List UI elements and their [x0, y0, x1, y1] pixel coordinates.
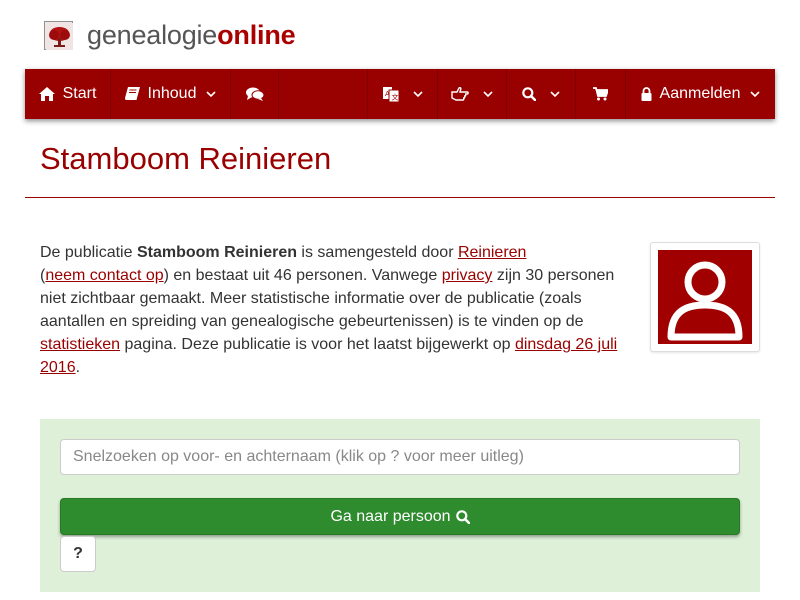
- nav-chat[interactable]: [231, 69, 279, 119]
- language-icon: A文: [382, 86, 399, 102]
- comments-icon: [245, 87, 264, 101]
- nav-search[interactable]: [507, 69, 576, 119]
- chevron-down-icon: [550, 90, 560, 98]
- book-icon: [124, 87, 140, 101]
- cart-icon: [593, 87, 608, 101]
- search-icon: [455, 509, 470, 524]
- go-to-person-label: Ga naar persoon: [330, 507, 451, 525]
- intro-text: ) en bestaat uit 46 personen. Vanwege: [163, 267, 442, 284]
- quick-search-panel: Ga naar persoon ?: [40, 419, 760, 592]
- chevron-down-icon: [483, 90, 493, 98]
- nav-login-label: Aanmelden: [659, 85, 741, 102]
- publication-intro: De publicatie Stamboom Reinieren is same…: [40, 241, 630, 379]
- logo-text: genealogieonline: [87, 18, 296, 52]
- quick-search-input[interactable]: [60, 439, 740, 475]
- search-icon: [522, 87, 536, 101]
- author-link[interactable]: Reinieren: [458, 244, 526, 261]
- privacy-link[interactable]: privacy: [442, 267, 493, 284]
- intro-text: pagina. Deze publicatie is voor het laat…: [120, 336, 515, 353]
- tree-icon: [44, 20, 73, 50]
- nav-language[interactable]: A文: [368, 69, 438, 119]
- user-icon: [658, 250, 752, 344]
- chevron-down-icon: [206, 90, 217, 98]
- chevron-down-icon: [750, 90, 761, 98]
- publication-name: Stamboom Reinieren: [136, 244, 297, 261]
- page-title: Stamboom Reinieren: [40, 141, 332, 176]
- go-to-person-button[interactable]: Ga naar persoon: [60, 498, 740, 535]
- svg-text:A: A: [385, 90, 390, 98]
- nav-cart[interactable]: [576, 69, 626, 119]
- nav-inhoud-label: Inhoud: [147, 85, 197, 102]
- lock-icon: [641, 87, 652, 101]
- chevron-down-icon: [412, 90, 423, 98]
- title-divider: [25, 197, 775, 198]
- nav-start[interactable]: Start: [25, 69, 111, 119]
- nav-spacer: [279, 69, 368, 119]
- share-icon: [451, 87, 469, 101]
- nav-start-label: Start: [62, 85, 97, 102]
- intro-text: De publicatie: [40, 244, 137, 261]
- svg-text:文: 文: [391, 92, 398, 101]
- statistics-link[interactable]: statistieken: [40, 336, 120, 353]
- contact-link[interactable]: neem contact op: [45, 267, 163, 284]
- nav-login[interactable]: Aanmelden: [626, 69, 775, 119]
- intro-text: .: [75, 359, 81, 376]
- intro-text: is samengesteld door: [296, 244, 458, 261]
- site-logo[interactable]: genealogieonline: [44, 18, 296, 52]
- author-avatar-card[interactable]: [650, 242, 760, 352]
- nav-share[interactable]: [438, 69, 507, 119]
- logo-text-part2: online: [217, 20, 296, 50]
- home-icon: [38, 87, 55, 101]
- main-navbar: Start Inhoud A文 Aanmelden: [25, 69, 775, 119]
- logo-text-part1: genealogie: [87, 20, 218, 50]
- search-help-button[interactable]: ?: [60, 536, 96, 572]
- nav-inhoud[interactable]: Inhoud: [111, 69, 231, 119]
